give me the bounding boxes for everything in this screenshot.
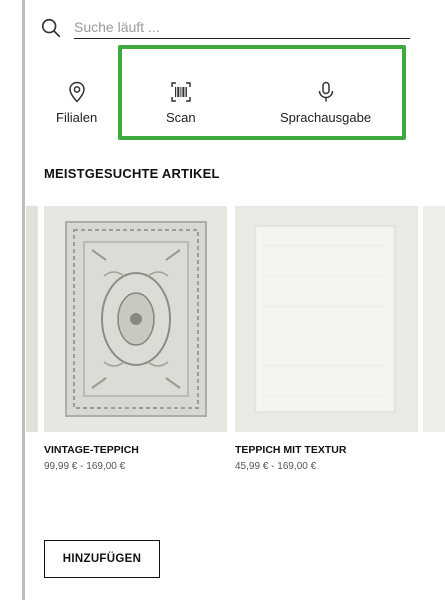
barcode-scan-icon [171,82,191,102]
location-pin-icon [68,81,85,103]
product-card[interactable]: VINTAGE-TEPPICH 99,99 € - 169,00 € [44,206,227,472]
microphone-icon [318,81,333,102]
filialen-button[interactable]: Filialen [56,80,97,125]
scan-button[interactable]: Scan [166,80,196,125]
quick-actions: Filialen Scan Sprachausgabe [40,50,412,140]
product-carousel[interactable]: VINTAGE-TEPPICH 99,99 € - 169,00 € TEPPI… [26,206,445,496]
next-product-peek[interactable] [423,206,445,432]
search-input[interactable] [74,16,410,39]
search-bar [40,14,410,42]
add-button[interactable]: HINZUFÜGEN [44,540,160,578]
product-card[interactable]: TEPPICH MIT TEXTUR 45,99 € - 169,00 € [235,206,418,472]
section-title: MEISTGESUCHTE ARTIKEL [44,166,220,181]
filialen-label: Filialen [56,110,98,125]
product-title[interactable]: TEPPICH MIT TEXTUR [235,444,418,456]
product-price: 45,99 € - 169,00 € [235,461,317,472]
search-icon[interactable] [40,17,62,39]
product-title[interactable]: VINTAGE-TEPPICH [44,444,227,456]
rug-pattern-image [44,206,227,432]
sprachausgabe-label: Sprachausgabe [280,110,372,125]
previous-product-peek[interactable] [26,206,38,432]
product-image-vintage-rug[interactable] [44,206,227,432]
scan-label: Scan [166,110,196,125]
left-edge-divider [22,0,25,600]
textured-rug-image [235,206,418,432]
product-image-textured-rug[interactable] [235,206,418,432]
sprachausgabe-button[interactable]: Sprachausgabe [280,80,371,125]
product-price: 99,99 € - 169,00 € [44,461,126,472]
